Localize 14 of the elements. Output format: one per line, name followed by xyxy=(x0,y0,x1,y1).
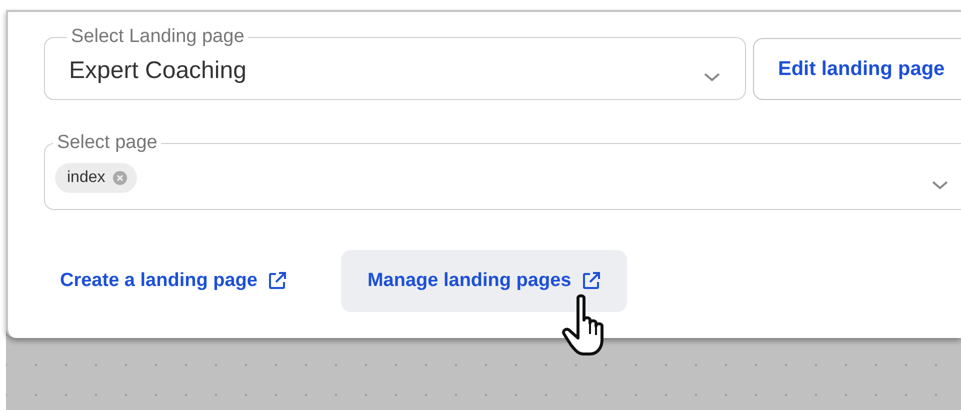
landing-page-select[interactable]: Select Landing page Expert Coaching xyxy=(44,26,746,100)
chevron-down-icon xyxy=(931,180,949,190)
chevron-down-icon xyxy=(703,72,721,82)
external-link[interactable]: Manage landing pages xyxy=(341,250,628,312)
external-link-icon xyxy=(267,271,288,291)
external-link-icon xyxy=(581,271,602,291)
external-link[interactable]: Create a landing page xyxy=(34,250,314,312)
page-select[interactable]: Select page index xyxy=(44,132,961,210)
field-label: Select page xyxy=(56,132,158,154)
field-label: Select Landing page xyxy=(70,26,246,48)
remove-icon[interactable] xyxy=(113,170,128,184)
chip-label: index xyxy=(67,168,106,186)
edit-landing-page-button[interactable]: Edit landing page xyxy=(753,38,961,100)
select-value: Expert Coaching xyxy=(69,56,246,84)
